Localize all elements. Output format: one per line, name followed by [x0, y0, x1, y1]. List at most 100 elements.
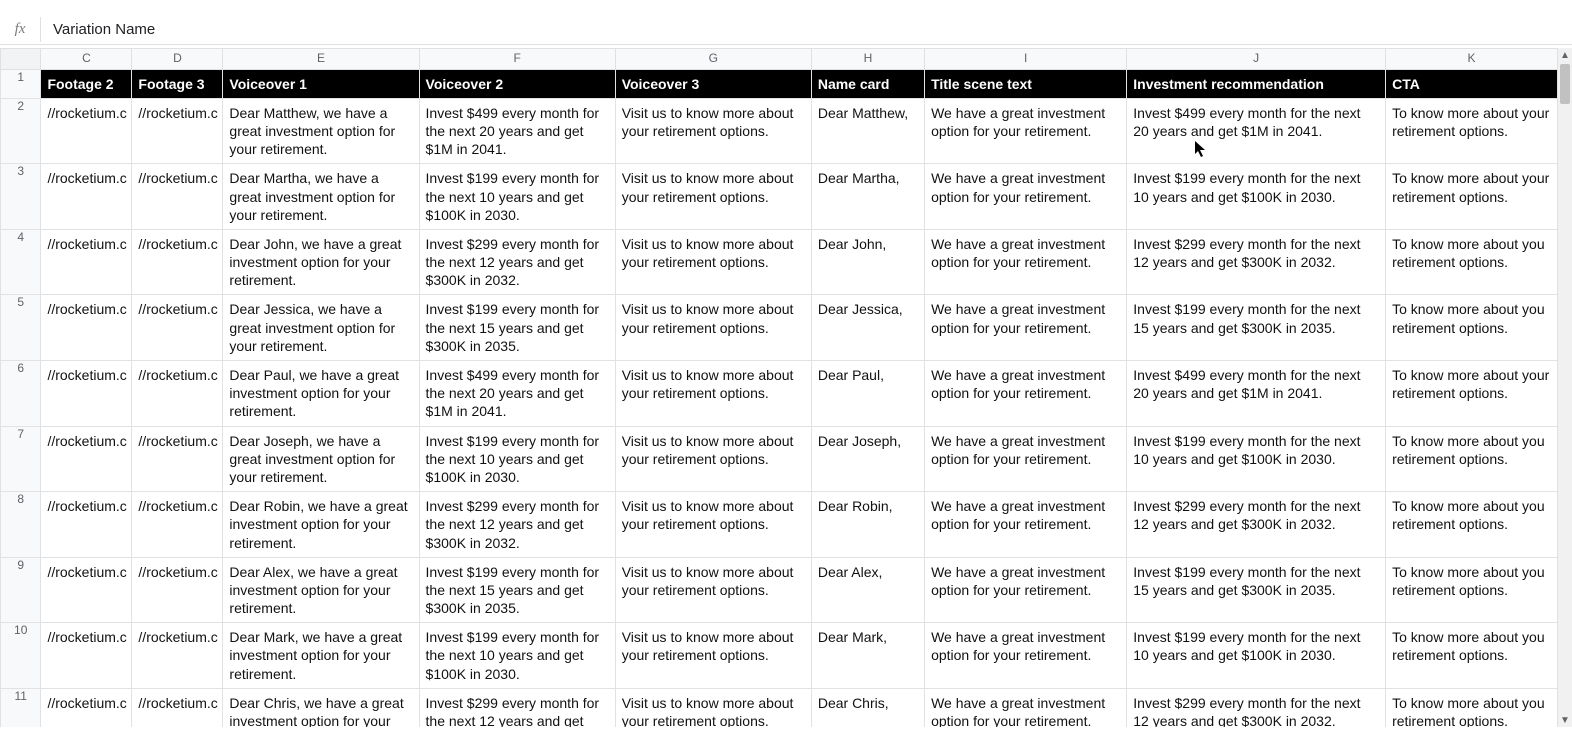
cell-H[interactable]: Dear John,	[811, 229, 924, 295]
row-header-4[interactable]: 4	[1, 229, 41, 295]
cell-G[interactable]: Visit us to know more about your retirem…	[615, 98, 811, 164]
formula-input[interactable]	[41, 21, 1572, 38]
cell-J[interactable]: Invest $199 every month for the next 10 …	[1127, 623, 1386, 689]
cell-H[interactable]: Dear Joseph,	[811, 426, 924, 492]
cell-D[interactable]: //rocketium.c	[132, 98, 223, 164]
cell-G[interactable]: Visit us to know more about your retirem…	[615, 229, 811, 295]
cell-I[interactable]: We have a great investment option for yo…	[925, 426, 1127, 492]
cell-K[interactable]: To know more about you retirement option…	[1386, 426, 1558, 492]
cell-G[interactable]: Visit us to know more about your retirem…	[615, 164, 811, 230]
col-header-C[interactable]: C	[41, 49, 132, 70]
cell-E[interactable]: Dear Robin, we have a great investment o…	[223, 492, 419, 558]
cell-J[interactable]: Invest $199 every month for the next 10 …	[1127, 164, 1386, 230]
col-header-F[interactable]: F	[419, 49, 615, 70]
cell-E[interactable]: Dear Chris, we have a great investment o…	[223, 688, 419, 727]
row-header-7[interactable]: 7	[1, 426, 41, 492]
col-header-H[interactable]: H	[811, 49, 924, 70]
col-header-J[interactable]: J	[1127, 49, 1386, 70]
cell-J[interactable]: Invest $199 every month for the next 15 …	[1127, 295, 1386, 361]
cell-E[interactable]: Dear Matthew, we have a great investment…	[223, 98, 419, 164]
header-footage-2[interactable]: Footage 2	[41, 69, 132, 98]
header-voiceover-2[interactable]: Voiceover 2	[419, 69, 615, 98]
row-header-5[interactable]: 5	[1, 295, 41, 361]
cell-J[interactable]: Invest $499 every month for the next 20 …	[1127, 98, 1386, 164]
row-header-2[interactable]: 2	[1, 98, 41, 164]
cell-E[interactable]: Dear Martha, we have a great investment …	[223, 164, 419, 230]
cell-C[interactable]: //rocketium.c	[41, 361, 132, 427]
col-header-D[interactable]: D	[132, 49, 223, 70]
cell-D[interactable]: //rocketium.c	[132, 229, 223, 295]
cell-E[interactable]: Dear John, we have a great investment op…	[223, 229, 419, 295]
cell-C[interactable]: //rocketium.c	[41, 98, 132, 164]
cell-D[interactable]: //rocketium.c	[132, 295, 223, 361]
cell-G[interactable]: Visit us to know more about your retirem…	[615, 623, 811, 689]
cell-H[interactable]: Dear Mark,	[811, 623, 924, 689]
cell-F[interactable]: Invest $199 every month for the next 10 …	[419, 623, 615, 689]
cell-F[interactable]: Invest $199 every month for the next 15 …	[419, 557, 615, 623]
cell-H[interactable]: Dear Jessica,	[811, 295, 924, 361]
cell-K[interactable]: To know more about you retirement option…	[1386, 492, 1558, 558]
cell-J[interactable]: Invest $299 every month for the next 12 …	[1127, 492, 1386, 558]
cell-G[interactable]: Visit us to know more about your retirem…	[615, 492, 811, 558]
cell-H[interactable]: Dear Paul,	[811, 361, 924, 427]
col-header-I[interactable]: I	[925, 49, 1127, 70]
cell-K[interactable]: To know more about your retirement optio…	[1386, 164, 1558, 230]
cell-K[interactable]: To know more about you retirement option…	[1386, 295, 1558, 361]
cell-F[interactable]: Invest $499 every month for the next 20 …	[419, 98, 615, 164]
cell-F[interactable]: Invest $199 every month for the next 10 …	[419, 426, 615, 492]
cell-E[interactable]: Dear Alex, we have a great investment op…	[223, 557, 419, 623]
scroll-thumb[interactable]	[1560, 64, 1570, 104]
cell-J[interactable]: Invest $299 every month for the next 12 …	[1127, 229, 1386, 295]
cell-I[interactable]: We have a great investment option for yo…	[925, 492, 1127, 558]
cell-F[interactable]: Invest $199 every month for the next 15 …	[419, 295, 615, 361]
cell-C[interactable]: //rocketium.c	[41, 426, 132, 492]
cell-K[interactable]: To know more about you retirement option…	[1386, 229, 1558, 295]
cell-C[interactable]: //rocketium.c	[41, 623, 132, 689]
cell-C[interactable]: //rocketium.c	[41, 557, 132, 623]
col-header-E[interactable]: E	[223, 49, 419, 70]
header-cta[interactable]: CTA	[1386, 69, 1558, 98]
spreadsheet-grid[interactable]: C D E F G H I J K 1 Footage 2 Footage 3 …	[0, 48, 1558, 727]
cell-H[interactable]: Dear Chris,	[811, 688, 924, 727]
cell-J[interactable]: Invest $499 every month for the next 20 …	[1127, 361, 1386, 427]
cell-C[interactable]: //rocketium.c	[41, 164, 132, 230]
scroll-up-icon[interactable]: ▲	[1558, 48, 1572, 62]
cell-E[interactable]: Dear Joseph, we have a great investment …	[223, 426, 419, 492]
col-header-G[interactable]: G	[615, 49, 811, 70]
cell-G[interactable]: Visit us to know more about your retirem…	[615, 426, 811, 492]
cell-C[interactable]: //rocketium.c	[41, 492, 132, 558]
header-title-scene[interactable]: Title scene text	[925, 69, 1127, 98]
cell-H[interactable]: Dear Martha,	[811, 164, 924, 230]
cell-G[interactable]: Visit us to know more about your retirem…	[615, 688, 811, 727]
cell-G[interactable]: Visit us to know more about your retirem…	[615, 361, 811, 427]
col-header-K[interactable]: K	[1386, 49, 1558, 70]
cell-I[interactable]: We have a great investment option for yo…	[925, 688, 1127, 727]
header-investment[interactable]: Investment recommendation	[1127, 69, 1386, 98]
cell-E[interactable]: Dear Paul, we have a great investment op…	[223, 361, 419, 427]
cell-I[interactable]: We have a great investment option for yo…	[925, 98, 1127, 164]
cell-H[interactable]: Dear Alex,	[811, 557, 924, 623]
header-voiceover-3[interactable]: Voiceover 3	[615, 69, 811, 98]
cell-I[interactable]: We have a great investment option for yo…	[925, 229, 1127, 295]
cell-E[interactable]: Dear Jessica, we have a great investment…	[223, 295, 419, 361]
cell-H[interactable]: Dear Robin,	[811, 492, 924, 558]
row-header-9[interactable]: 9	[1, 557, 41, 623]
row-header-8[interactable]: 8	[1, 492, 41, 558]
cell-F[interactable]: Invest $199 every month for the next 10 …	[419, 164, 615, 230]
cell-F[interactable]: Invest $299 every month for the next 12 …	[419, 229, 615, 295]
cell-K[interactable]: To know more about you retirement option…	[1386, 688, 1558, 727]
cell-H[interactable]: Dear Matthew,	[811, 98, 924, 164]
cell-D[interactable]: //rocketium.c	[132, 164, 223, 230]
cell-J[interactable]: Invest $299 every month for the next 12 …	[1127, 688, 1386, 727]
cell-D[interactable]: //rocketium.c	[132, 492, 223, 558]
cell-E[interactable]: Dear Mark, we have a great investment op…	[223, 623, 419, 689]
cell-J[interactable]: Invest $199 every month for the next 10 …	[1127, 426, 1386, 492]
header-voiceover-1[interactable]: Voiceover 1	[223, 69, 419, 98]
cell-K[interactable]: To know more about your retirement optio…	[1386, 98, 1558, 164]
cell-D[interactable]: //rocketium.c	[132, 426, 223, 492]
row-header-10[interactable]: 10	[1, 623, 41, 689]
cell-I[interactable]: We have a great investment option for yo…	[925, 295, 1127, 361]
header-footage-3[interactable]: Footage 3	[132, 69, 223, 98]
cell-F[interactable]: Invest $299 every month for the next 12 …	[419, 688, 615, 727]
select-all-corner[interactable]	[1, 49, 41, 70]
